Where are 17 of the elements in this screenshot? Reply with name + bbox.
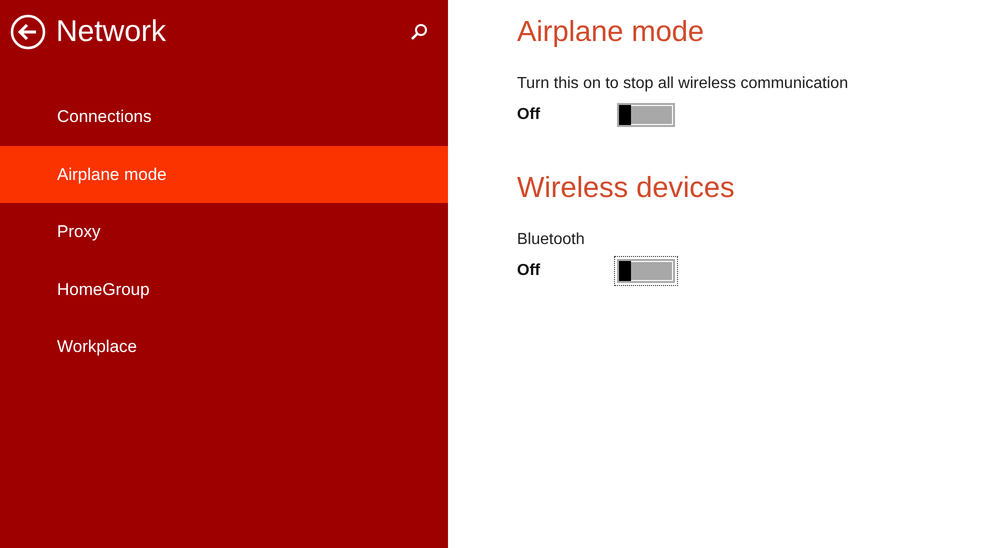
- nav-item[interactable]: Connections: [0, 88, 448, 146]
- section-heading: Airplane mode: [517, 15, 705, 50]
- nav-item[interactable]: HomeGroup: [0, 260, 448, 318]
- nav-item[interactable]: Proxy: [0, 203, 448, 260]
- toggle-state: Off: [517, 106, 542, 124]
- back-button[interactable]: [10, 14, 46, 50]
- section-heading: Wireless devices: [517, 171, 736, 206]
- toggle-switch[interactable]: [614, 256, 678, 286]
- nav-item[interactable]: Airplane mode: [0, 146, 448, 203]
- setting-label: Bluetooth: [517, 230, 586, 250]
- toggle-switch[interactable]: [614, 100, 678, 130]
- search-icon: [410, 23, 428, 41]
- search-button[interactable]: [410, 23, 428, 41]
- setting-label: Turn this on to stop all wireless communication: [517, 74, 850, 94]
- page-title: Network: [56, 15, 168, 49]
- nav-item[interactable]: Workplace: [0, 318, 448, 376]
- toggle-state: Off: [517, 262, 542, 280]
